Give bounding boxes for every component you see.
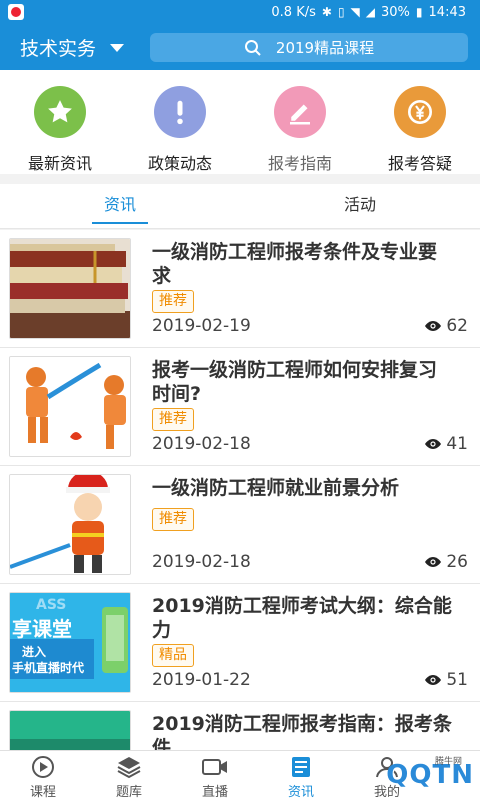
article-date: 2019-01-22 — [152, 670, 251, 690]
tab-activities[interactable]: 活动 — [240, 184, 480, 228]
quick-menu: 最新资讯 政策动态 报考指南 报考答疑 — [0, 70, 480, 174]
bluetooth-icon: ✱ — [321, 5, 332, 19]
article-thumbnail: ASS 享课堂 进入 手机直播时代 — [9, 592, 131, 693]
battery-icon: ▮ — [415, 5, 423, 19]
article-tag: 推荐 — [152, 408, 194, 431]
eye-icon — [425, 439, 442, 449]
article-card[interactable]: 一级消防工程师就业前景分析 推荐 2019-02-18 26 — [0, 466, 480, 584]
star-icon — [34, 86, 86, 138]
clock: 14:43 — [428, 4, 466, 20]
nav-label: 题库 — [115, 785, 142, 800]
wifi-icon: ◥ — [350, 5, 360, 19]
status-indicators: 0.8 K/s ✱ ▯ ◥ ◢ 30% ▮ 14:43 — [271, 0, 466, 24]
article-tag: 精品 — [152, 644, 194, 667]
watermark-small-text: 腾牛网 — [434, 757, 462, 767]
article-title: 2019消防工程师考试大纲：综合能力 — [152, 595, 452, 641]
category-selector[interactable]: 技术实务 — [20, 34, 125, 61]
nav-question-bank[interactable]: 题库 — [86, 751, 172, 800]
article-title: 一级消防工程师就业前景分析 — [152, 477, 400, 499]
article-views: 41 — [424, 434, 468, 454]
view-count: 62 — [446, 316, 468, 336]
article-views: 62 — [424, 316, 468, 336]
article-card[interactable]: 2019消防工程师报考指南：报考条件 — [0, 702, 480, 750]
nav-label: 课程 — [29, 785, 56, 800]
search-bar[interactable]: 2019精品课程 — [150, 33, 468, 62]
view-count: 51 — [446, 670, 468, 690]
article-thumbnail — [9, 710, 131, 750]
nav-live[interactable]: 直播 — [172, 751, 258, 800]
article-thumbnail — [9, 356, 131, 457]
eye-icon — [425, 675, 442, 685]
nav-label: 资讯 — [287, 785, 314, 800]
nav-courses[interactable]: 课程 — [0, 751, 86, 800]
video-camera-icon — [202, 759, 227, 775]
nav-news[interactable]: 资讯 — [258, 751, 344, 800]
status-bar: 0.8 K/s ✱ ▯ ◥ ◢ 30% ▮ 14:43 — [0, 0, 480, 24]
article-card[interactable]: ASS 享课堂 进入 手机直播时代 2019消防工程师考试大纲：综合能力 精品 … — [0, 584, 480, 702]
layers-icon — [117, 757, 141, 779]
yen-coin-icon — [394, 86, 446, 138]
quick-item-label: 报考指南 — [267, 154, 332, 173]
exclamation-icon — [154, 86, 206, 138]
notification-app-icon — [8, 4, 24, 20]
quick-item-policy[interactable]: 政策动态 — [120, 70, 240, 174]
network-speed: 0.8 K/s — [271, 4, 316, 20]
article-list: 一级消防工程师报考条件及专业要求 推荐 2019-02-19 62 报考一级消防… — [0, 230, 480, 750]
article-tag: 推荐 — [152, 508, 194, 531]
search-icon — [244, 39, 261, 56]
tab-news[interactable]: 资讯 — [0, 184, 240, 228]
quick-item-exam-qa[interactable]: 报考答疑 — [360, 70, 480, 174]
quick-item-exam-guide[interactable]: 报考指南 — [240, 70, 360, 174]
nav-label: 直播 — [201, 785, 228, 800]
eye-icon — [425, 557, 442, 567]
pencil-icon — [274, 86, 326, 138]
article-date: 2019-02-18 — [152, 434, 251, 454]
news-icon — [292, 757, 310, 777]
article-date: 2019-02-19 — [152, 316, 251, 336]
view-count: 26 — [446, 552, 468, 572]
quick-item-latest-news[interactable]: 最新资讯 — [0, 70, 120, 174]
signal-icon: ◢ — [365, 5, 376, 19]
content-tabs: 资讯 活动 — [0, 184, 480, 229]
article-thumbnail — [9, 238, 131, 339]
app-header: 技术实务 2019精品课程 — [0, 24, 480, 70]
eye-icon — [425, 321, 442, 331]
vibrate-icon: ▯ — [337, 5, 345, 19]
quick-item-label: 报考答疑 — [387, 154, 452, 173]
article-views: 26 — [424, 552, 468, 572]
article-views: 51 — [424, 670, 468, 690]
quick-item-label: 政策动态 — [147, 154, 212, 173]
site-watermark: 腾牛网 QQTN — [354, 752, 474, 798]
category-label: 技术实务 — [20, 38, 97, 60]
view-count: 41 — [446, 434, 468, 454]
article-tag: 推荐 — [152, 290, 194, 313]
article-thumbnail — [9, 474, 131, 575]
article-title: 报考一级消防工程师如何安排复习时间? — [152, 359, 438, 405]
battery-level: 30% — [381, 4, 410, 20]
quick-item-label: 最新资讯 — [27, 154, 92, 173]
thumb-ad-line1: ASS — [36, 597, 67, 613]
search-text: 2019精品课程 — [275, 39, 375, 57]
thumb-ad-line2: 享课堂 — [12, 617, 72, 641]
play-circle-icon — [32, 756, 54, 778]
article-card[interactable]: 报考一级消防工程师如何安排复习时间? 推荐 2019-02-18 41 — [0, 348, 480, 466]
thumb-ad-line3: 进入 — [22, 645, 47, 659]
thumb-ad-line4: 手机直播时代 — [12, 661, 85, 675]
article-date: 2019-02-18 — [152, 552, 251, 572]
article-title: 一级消防工程师报考条件及专业要求 — [152, 241, 438, 287]
article-title: 2019消防工程师报考指南：报考条件 — [152, 713, 452, 750]
article-card[interactable]: 一级消防工程师报考条件及专业要求 推荐 2019-02-19 62 — [0, 230, 480, 348]
caret-down-icon — [110, 43, 125, 52]
